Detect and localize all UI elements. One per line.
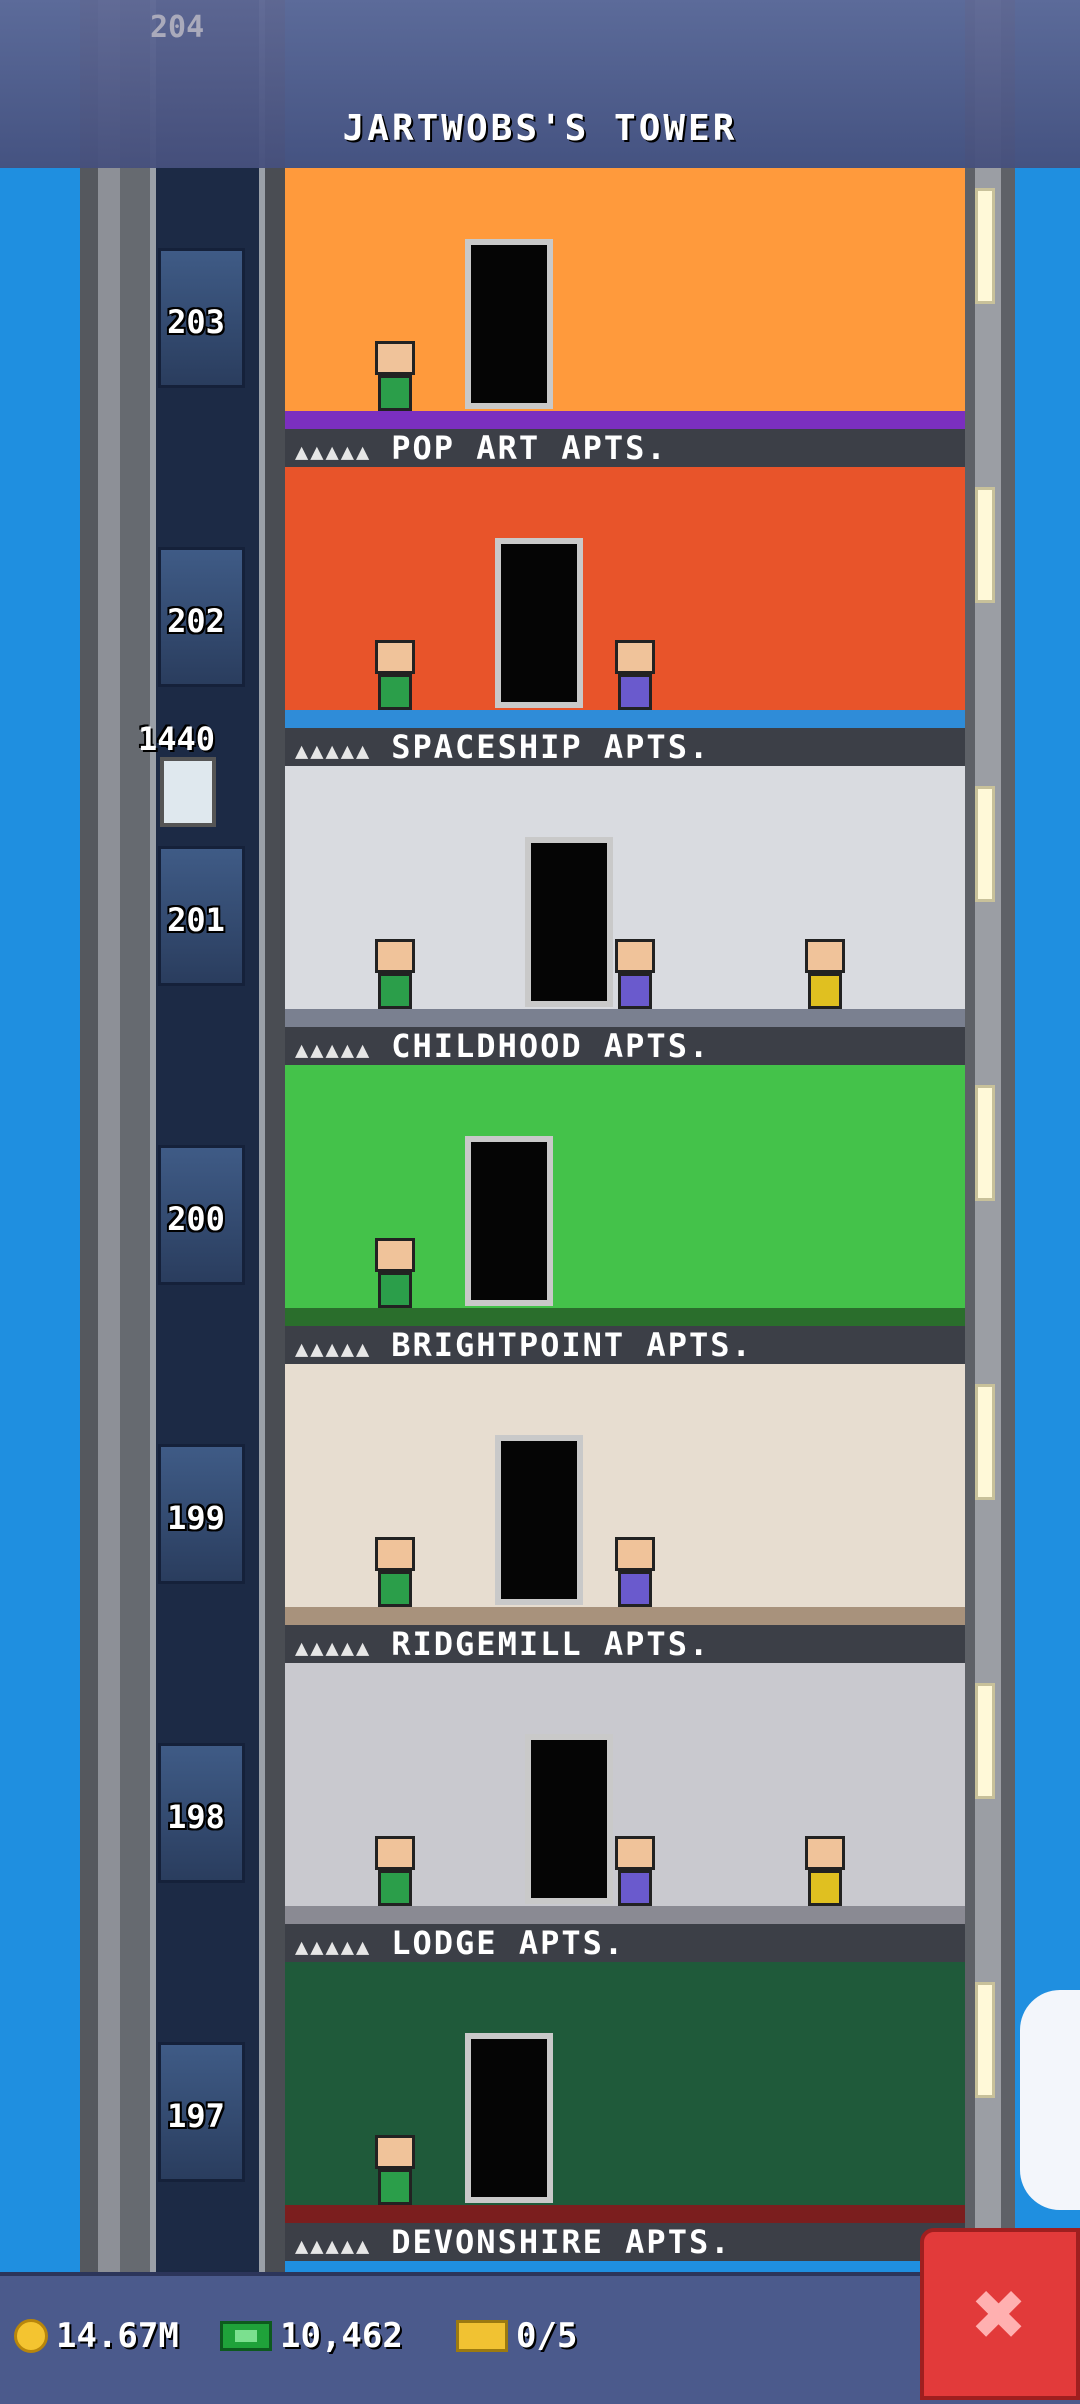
door bbox=[495, 538, 583, 708]
floor-label: ▲▲▲▲▲ DEVONSHIRE APTS. bbox=[285, 2223, 965, 2261]
bitizen-resident[interactable] bbox=[375, 1238, 415, 1308]
wall-light bbox=[975, 188, 995, 304]
bitizen-resident[interactable] bbox=[615, 1537, 655, 1607]
bitizen-resident[interactable] bbox=[615, 939, 655, 1009]
cloud bbox=[1020, 1990, 1080, 2210]
floor-number: 200 bbox=[167, 1200, 225, 1238]
wall-light bbox=[975, 1982, 995, 2098]
door bbox=[495, 1435, 583, 1605]
bitizen-resident[interactable] bbox=[375, 1836, 415, 1906]
apartment-room[interactable] bbox=[285, 1364, 965, 1625]
apartment-room[interactable] bbox=[285, 1663, 965, 1924]
floor-label: ▲▲▲▲▲ BRIGHTPOINT APTS. bbox=[285, 1326, 965, 1364]
bitizen-resident[interactable] bbox=[805, 939, 845, 1009]
floor-label: ▲▲▲▲▲ RIDGEMILL APTS. bbox=[285, 1625, 965, 1663]
floor-label: ▲▲▲▲▲ SPACESHIP APTS. bbox=[285, 728, 965, 766]
bitizen-resident[interactable] bbox=[375, 1537, 415, 1607]
elevator-robot-icon bbox=[160, 757, 216, 827]
bitizen-resident[interactable] bbox=[805, 1836, 845, 1906]
floor-name: POP ART APTS. bbox=[391, 429, 668, 467]
floor-label: ▲▲▲▲▲ LODGE APTS. bbox=[285, 1924, 965, 1962]
floor-label: ▲▲▲▲▲ POP ART APTS. bbox=[285, 429, 965, 467]
apartment-room[interactable] bbox=[285, 766, 965, 1027]
floor-name: CHILDHOOD APTS. bbox=[391, 1027, 711, 1065]
apartment-room[interactable] bbox=[285, 168, 965, 429]
floor-name: SPACESHIP APTS. bbox=[391, 728, 711, 766]
room-floor bbox=[285, 710, 965, 728]
wall-light bbox=[975, 1384, 995, 1500]
room-floor bbox=[285, 1009, 965, 1027]
bux-icon bbox=[220, 2321, 272, 2351]
bux-value: 10,462 bbox=[280, 2316, 403, 2356]
floor-number: 201 bbox=[167, 901, 225, 939]
wall-light bbox=[975, 786, 995, 902]
bitizen-resident[interactable] bbox=[615, 640, 655, 710]
floor-name: DEVONSHIRE APTS. bbox=[391, 2223, 732, 2261]
floor-name: BRIGHTPOINT APTS. bbox=[391, 1326, 753, 1364]
wall-light bbox=[975, 487, 995, 603]
occupancy-icon: ▲▲▲▲▲ bbox=[295, 2234, 372, 2259]
elevator-counter: 1440 bbox=[138, 720, 216, 758]
floor-number: 199 bbox=[167, 1499, 225, 1537]
tower-header: 204 JARTWOBS'S TOWER bbox=[0, 0, 1080, 168]
room-floor bbox=[285, 1607, 965, 1625]
top-floor-number: 204 bbox=[150, 10, 205, 45]
wall-light bbox=[975, 1683, 995, 1799]
bitizen-resident[interactable] bbox=[375, 2135, 415, 2205]
apartment-room[interactable] bbox=[285, 1065, 965, 1326]
door bbox=[525, 837, 613, 1007]
floor-number: 202 bbox=[167, 602, 225, 640]
ticket-icon bbox=[456, 2320, 508, 2352]
coins-value: 14.67M bbox=[56, 2316, 179, 2356]
apartment-room[interactable] bbox=[285, 1962, 965, 2223]
close-button[interactable]: ✖ bbox=[920, 2228, 1080, 2400]
elevator-car[interactable]: 1440 bbox=[138, 712, 250, 862]
door bbox=[465, 1136, 553, 1306]
floor-label: ▲▲▲▲▲ CHILDHOOD APTS. bbox=[285, 1027, 965, 1065]
room-floor bbox=[285, 1308, 965, 1326]
door bbox=[465, 2033, 553, 2203]
floor-number: 198 bbox=[167, 1798, 225, 1836]
door bbox=[465, 239, 553, 409]
floor-number: 197 bbox=[167, 2097, 225, 2135]
resource-bar: 14.67M 10,462 0/5 bbox=[0, 2272, 1080, 2404]
tower-title: JARTWOBS'S TOWER bbox=[342, 108, 738, 149]
floor-name: RIDGEMILL APTS. bbox=[391, 1625, 711, 1663]
coin-icon bbox=[14, 2319, 48, 2353]
room-floor bbox=[285, 2205, 965, 2223]
bux-stat: 10,462 bbox=[220, 2316, 403, 2356]
floor-name: LODGE APTS. bbox=[391, 1924, 626, 1962]
floor-number: 203 bbox=[167, 303, 225, 341]
bitizen-resident[interactable] bbox=[375, 341, 415, 411]
wall-light bbox=[975, 1085, 995, 1201]
apartment-room[interactable] bbox=[285, 467, 965, 728]
tower-left-wall bbox=[80, 0, 150, 2280]
close-icon: ✖ bbox=[972, 2261, 1028, 2367]
room-floor bbox=[285, 411, 965, 429]
bitizen-resident[interactable] bbox=[375, 939, 415, 1009]
coins-stat: 14.67M bbox=[14, 2316, 179, 2356]
tickets-stat: 0/5 bbox=[456, 2316, 577, 2356]
door bbox=[525, 1734, 613, 1904]
tickets-value: 0/5 bbox=[516, 2316, 578, 2356]
tower-inner-wall bbox=[265, 0, 285, 2280]
bitizen-resident[interactable] bbox=[375, 640, 415, 710]
bitizen-resident[interactable] bbox=[615, 1836, 655, 1906]
room-floor bbox=[285, 1906, 965, 1924]
